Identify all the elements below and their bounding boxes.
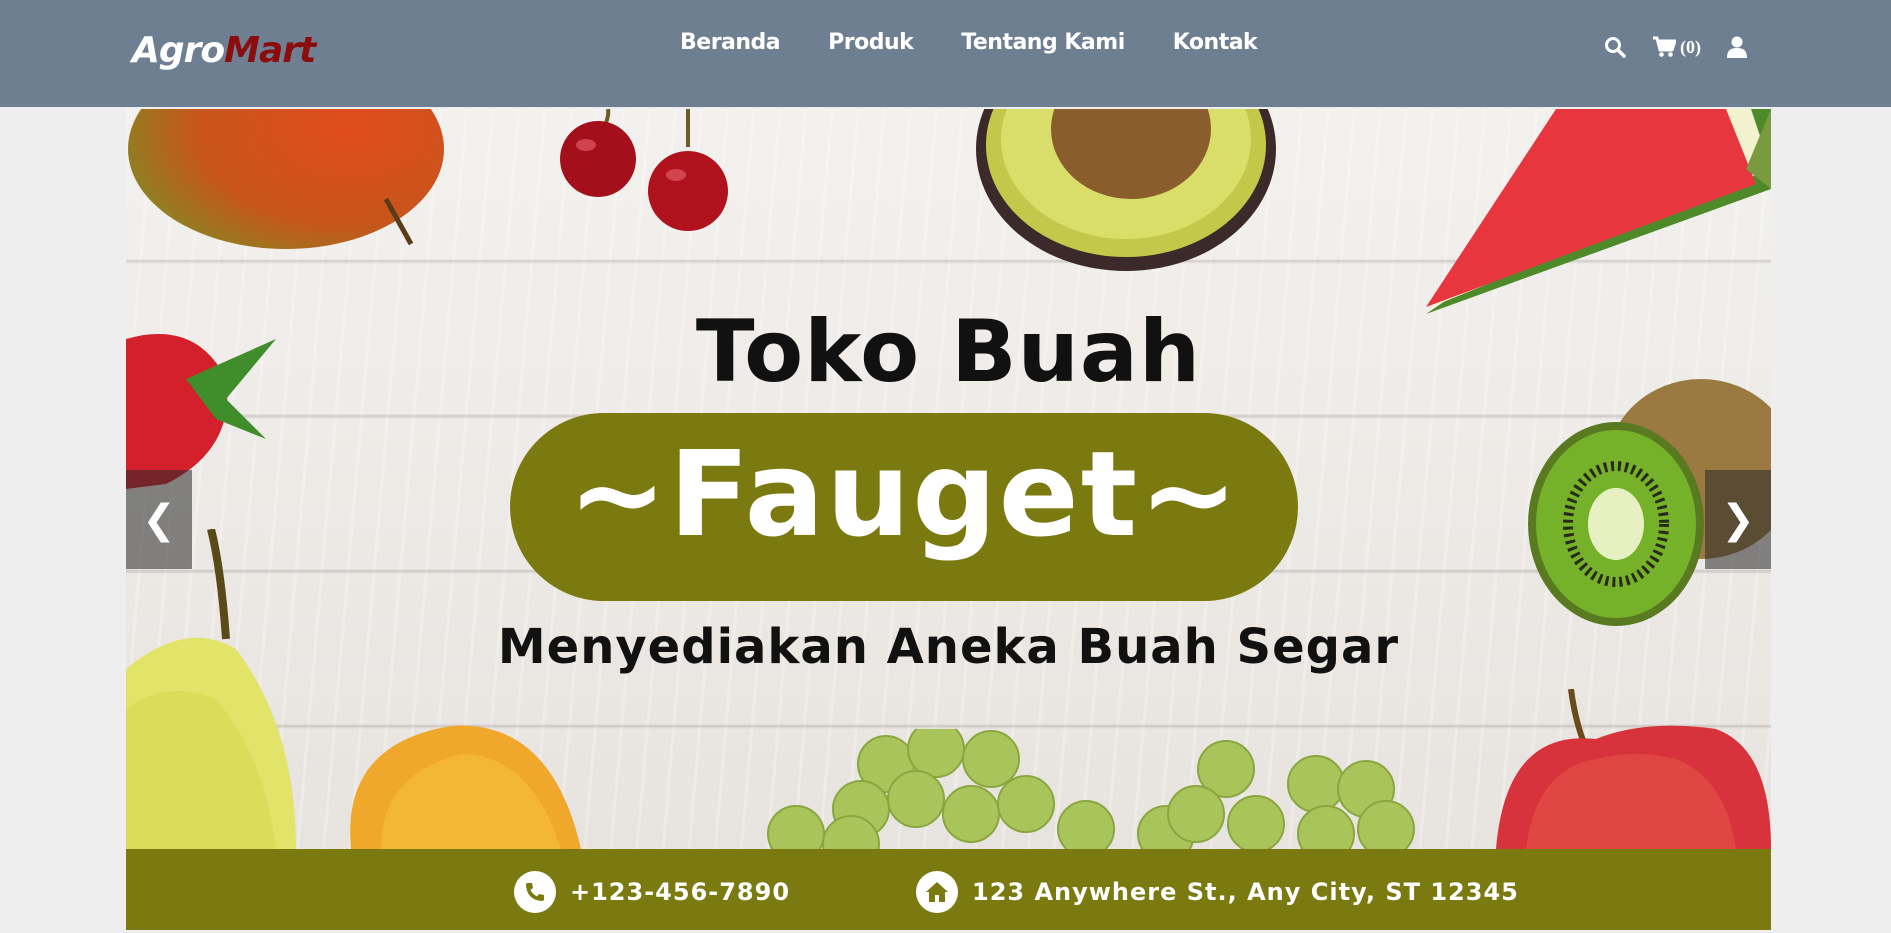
brand-logo[interactable]: AgroMart — [132, 30, 316, 71]
nav-icons: (0) — [1604, 36, 1747, 58]
nav-link-beranda[interactable]: Beranda — [680, 30, 781, 55]
apple-image — [1496, 689, 1771, 849]
carousel-next-button[interactable]: ❯ — [1705, 470, 1771, 569]
brand-logo-part1: Agro — [132, 30, 225, 71]
navbar: AgroMart Beranda Produk Tentang Kami Kon… — [0, 0, 1891, 107]
carousel-prev-button[interactable]: ❮ — [126, 470, 192, 569]
phone-number: +123-456-7890 — [570, 878, 791, 906]
hero-highlight: ~Fauget~ — [568, 425, 1240, 563]
cart-count: (0) — [1680, 36, 1701, 57]
phone-info: +123-456-7890 — [514, 871, 790, 913]
avocado-image — [976, 109, 1276, 271]
user-icon[interactable] — [1727, 36, 1747, 58]
phone-icon — [514, 871, 556, 913]
grapes-image — [767, 729, 1415, 849]
nav-link-kontak[interactable]: Kontak — [1173, 30, 1258, 55]
cart-icon — [1653, 36, 1676, 57]
home-icon — [916, 871, 958, 913]
nav-link-produk[interactable]: Produk — [828, 30, 914, 55]
brand-logo-part2: Mart — [224, 30, 316, 71]
nav-link-tentang-kami[interactable]: Tentang Kami — [961, 30, 1125, 55]
address-info: 123 Anywhere St., Any City, ST 12345 — [916, 871, 1519, 913]
watermelon-image — [1426, 109, 1771, 314]
hero-carousel: Toko Buah ~Fauget~ Menyediakan Aneka Bua… — [126, 109, 1771, 930]
mango-image — [128, 109, 444, 249]
contact-bar: +123-456-7890 123 Anywhere St., Any City… — [126, 849, 1771, 930]
cherries-image — [560, 109, 728, 231]
search-icon[interactable] — [1604, 36, 1626, 58]
yellow-pear-image — [350, 725, 581, 849]
address-text: 123 Anywhere St., Any City, ST 12345 — [972, 878, 1519, 906]
hero-title: Toko Buah — [695, 302, 1202, 402]
pear-image — [126, 529, 296, 849]
main-nav: Beranda Produk Tentang Kami Kontak — [680, 30, 1258, 55]
hero-subtitle: Menyediakan Aneka Buah Segar — [497, 619, 1400, 675]
cart-button[interactable]: (0) — [1652, 36, 1701, 58]
